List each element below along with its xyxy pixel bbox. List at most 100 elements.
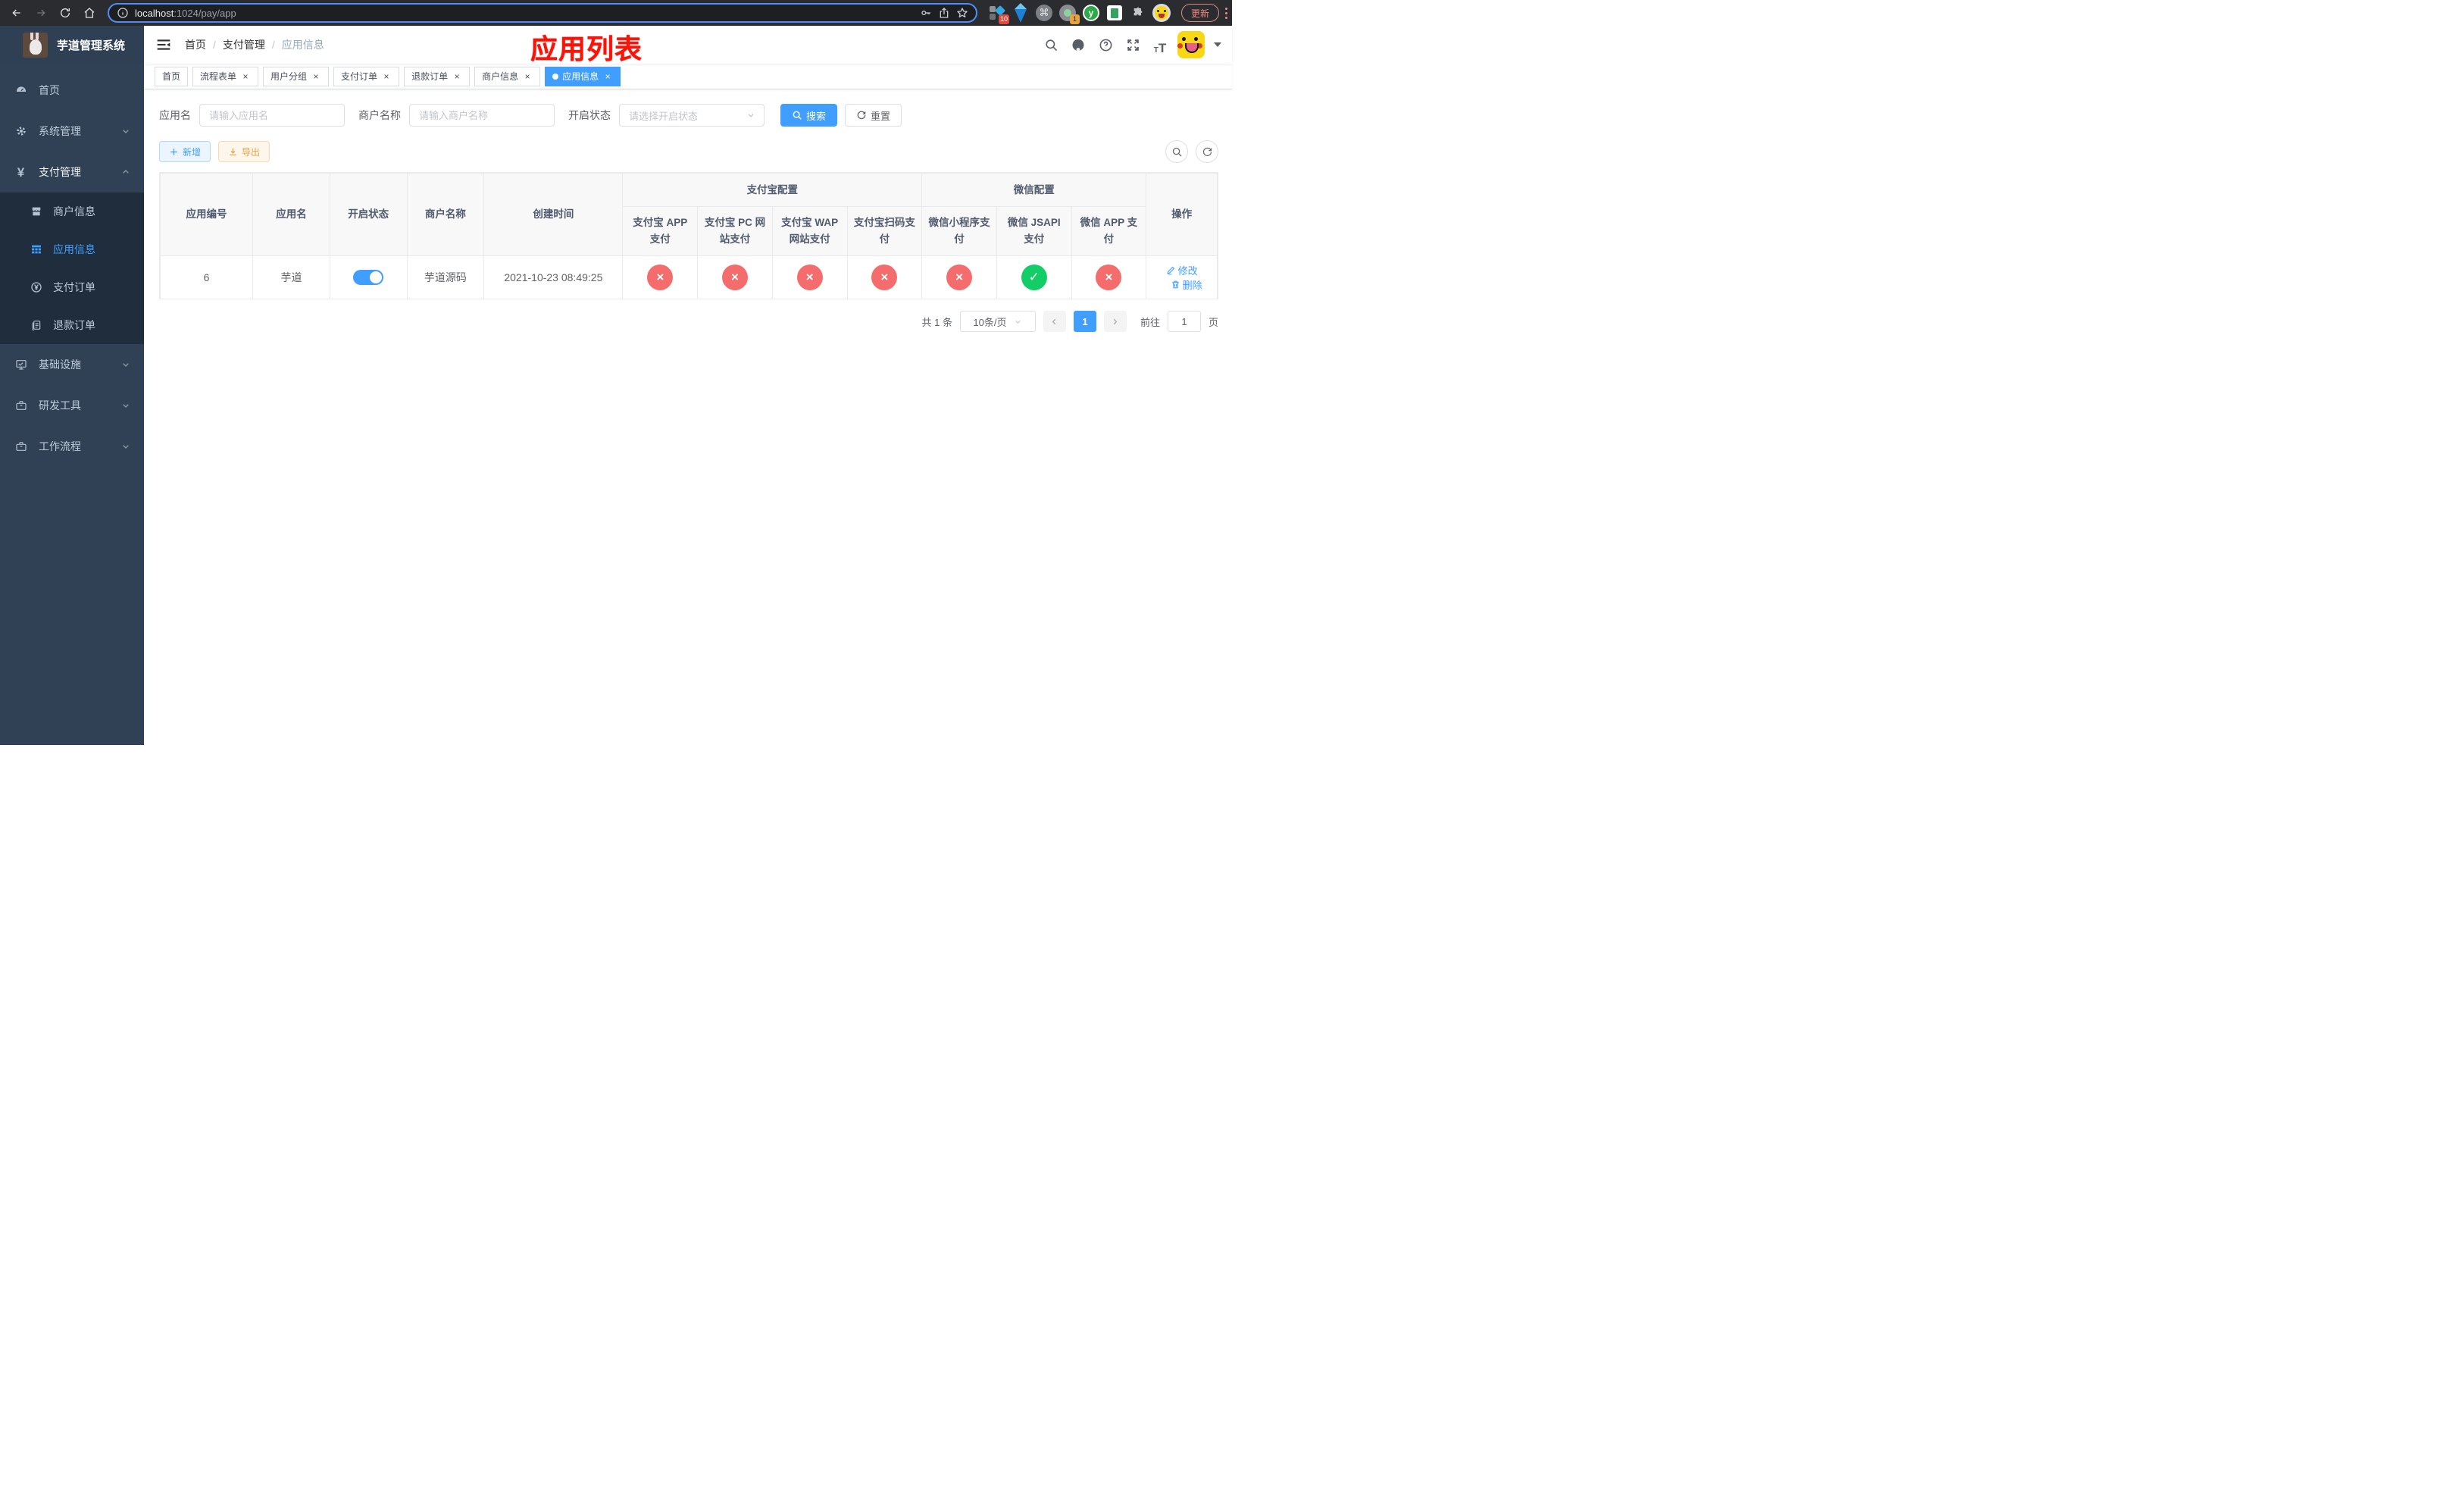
command-extension-icon[interactable]: ⌘	[1035, 4, 1053, 22]
font-size-icon[interactable]: TT	[1150, 35, 1170, 55]
delete-link-label: 删除	[1182, 280, 1202, 291]
breadcrumb-separator: /	[271, 39, 275, 51]
address-bar[interactable]: localhost:1024/pay/app	[108, 3, 977, 23]
breadcrumb-payment[interactable]: 支付管理	[223, 37, 265, 52]
cell-app-name: 芋道	[252, 255, 330, 299]
cell-app-id: 6	[159, 255, 254, 299]
help-icon[interactable]	[1096, 35, 1115, 55]
app-name-label: 应用名	[159, 109, 191, 121]
user-menu-caret-icon[interactable]	[1214, 42, 1221, 47]
toggle-search-button[interactable]	[1165, 140, 1188, 163]
tab-process-form[interactable]: 流程表单 ×	[192, 66, 259, 86]
notes-extension-icon[interactable]	[1105, 4, 1124, 22]
export-button-label: 导出	[242, 146, 261, 158]
y-extension-icon[interactable]: y	[1082, 4, 1100, 22]
sidebar-item-infrastructure[interactable]: 基础设施	[0, 344, 144, 385]
status-toggle[interactable]	[353, 270, 384, 285]
close-icon[interactable]: ×	[452, 71, 462, 82]
close-icon[interactable]: ×	[602, 71, 613, 82]
monitor-icon	[14, 358, 27, 371]
sidebar-item-label: 商户信息	[53, 205, 95, 218]
close-icon[interactable]: ×	[522, 71, 533, 82]
sidebar-item-system[interactable]: 系统管理	[0, 111, 144, 152]
active-tab-dot	[552, 73, 559, 80]
browser-reload-icon[interactable]	[55, 2, 76, 23]
tab-label: 商户信息	[482, 71, 519, 82]
chrome-update-button[interactable]: 更新	[1181, 4, 1220, 22]
browser-home-icon[interactable]	[79, 2, 100, 23]
tab-label: 首页	[162, 71, 181, 82]
tab-app-info[interactable]: 应用信息 ×	[545, 66, 621, 86]
sidebar-item-refund-orders[interactable]: 退款订单	[0, 306, 144, 344]
page-suffix-label: 页	[1208, 316, 1218, 328]
profile-avatar-icon[interactable]	[1152, 4, 1171, 22]
reset-button[interactable]: 重置	[845, 104, 902, 127]
tab-pay-orders[interactable]: 支付订单 ×	[333, 66, 400, 86]
sidebar-item-dev-tools[interactable]: 研发工具	[0, 385, 144, 426]
app-title: 芋道管理系统	[57, 39, 126, 52]
app-logo[interactable]: 芋道管理系统	[0, 26, 144, 64]
browser-back-icon[interactable]	[6, 2, 27, 23]
status-label: 开启状态	[568, 109, 611, 121]
col-header-alipay-app: 支付宝 APP 支付	[622, 206, 699, 256]
github-icon[interactable]	[1068, 35, 1088, 55]
refresh-button[interactable]	[1196, 140, 1218, 163]
shop-icon	[30, 205, 42, 218]
goto-page-input[interactable]	[1167, 311, 1201, 332]
cell-alipay-qr-status: ×	[846, 255, 923, 299]
recorder-extension-icon[interactable]: 1	[1058, 4, 1080, 24]
search-icon[interactable]	[1041, 35, 1061, 55]
status-select[interactable]: 请选择开启状态	[619, 104, 765, 127]
edit-link[interactable]: 修改	[1166, 263, 1198, 277]
close-icon[interactable]: ×	[381, 71, 392, 82]
sidebar-menu: 首页 系统管理 ¥ 支付管理 商户信息 应用信息 支付订单 退款订单 基础设施 …	[0, 64, 144, 745]
sidebar-item-app-info[interactable]: 应用信息	[0, 230, 144, 268]
col-header-app-name: 应用名	[252, 173, 330, 256]
add-button[interactable]: 新增	[159, 141, 211, 162]
close-icon[interactable]: ×	[240, 71, 251, 82]
tab-label: 流程表单	[200, 71, 237, 82]
goto-label: 前往	[1140, 316, 1160, 328]
sidebar-item-pay-orders[interactable]: 支付订单	[0, 268, 144, 306]
delete-link[interactable]: 删除	[1171, 277, 1202, 292]
extensions-puzzle-icon[interactable]	[1129, 4, 1147, 22]
sidebar-item-merchant-info[interactable]: 商户信息	[0, 193, 144, 230]
password-key-icon[interactable]	[920, 7, 932, 19]
tags-view: 首页 流程表单 × 用户分组 × 支付订单 × 退款订单 × 商户信息 × 应用信息 ×	[144, 64, 1232, 89]
sidebar-item-home[interactable]: 首页	[0, 70, 144, 111]
browser-menu-icon[interactable]	[1225, 4, 1228, 22]
search-button[interactable]: 搜索	[780, 104, 838, 127]
sidebar-item-workflow[interactable]: 工作流程	[0, 426, 144, 467]
export-button[interactable]: 导出	[218, 141, 270, 162]
tab-refund-orders[interactable]: 退款订单 ×	[404, 66, 471, 86]
page-size-select[interactable]: 10条/页	[959, 311, 1036, 332]
chevron-down-icon	[120, 358, 132, 371]
prev-page-button[interactable]	[1043, 311, 1066, 332]
site-info-icon[interactable]	[117, 7, 129, 19]
devtools-extension-icon[interactable]: 10	[988, 4, 1009, 24]
tab-label: 退款订单	[411, 71, 449, 82]
kite-extension-icon[interactable]	[1012, 3, 1030, 23]
briefcase-icon	[14, 440, 27, 452]
col-header-app-id: 应用编号	[159, 173, 254, 256]
app-name-input[interactable]	[199, 104, 345, 127]
next-page-button[interactable]	[1103, 311, 1127, 332]
tab-merchant-info[interactable]: 商户信息 ×	[474, 66, 541, 86]
logo-rabbit-image	[23, 32, 48, 58]
merchant-name-input[interactable]	[409, 104, 555, 127]
sidebar-item-payment[interactable]: ¥ 支付管理	[0, 152, 144, 193]
share-icon[interactable]	[938, 7, 950, 19]
tab-home[interactable]: 首页	[155, 66, 189, 86]
browser-forward-icon[interactable]	[30, 2, 52, 23]
tab-user-group[interactable]: 用户分组 ×	[263, 66, 330, 86]
sidebar-fold-icon[interactable]	[156, 36, 173, 53]
fullscreen-icon[interactable]	[1123, 35, 1143, 55]
sidebar-item-label: 工作流程	[39, 440, 81, 452]
user-avatar[interactable]	[1177, 31, 1205, 58]
bookmark-star-icon[interactable]	[956, 7, 968, 19]
table-toolbar: 新增 导出	[159, 140, 1218, 163]
cross-circle-icon: ×	[871, 265, 898, 290]
page-number-button[interactable]: 1	[1073, 311, 1096, 332]
breadcrumb-home[interactable]: 首页	[185, 37, 206, 52]
close-icon[interactable]: ×	[311, 71, 321, 82]
